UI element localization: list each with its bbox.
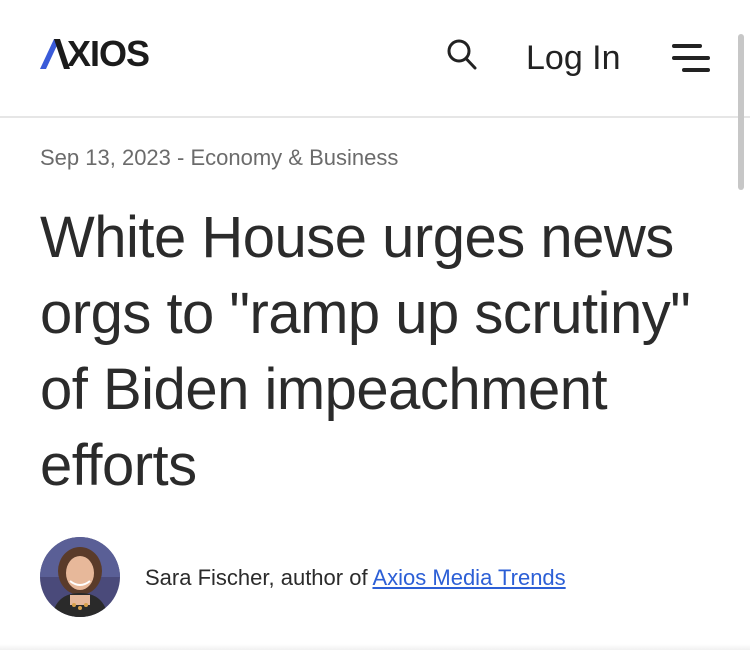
section-link[interactable]: Economy & Business [190,145,398,170]
site-header: XIOS Log In [0,0,750,118]
axios-logo-mark [40,39,70,69]
search-button[interactable] [446,38,478,72]
menu-button[interactable] [672,44,712,76]
logo-wordmark: XIOS [67,33,150,74]
article-meta: Sep 13, 2023 - Economy & Business [40,145,398,171]
publish-date: Sep 13, 2023 [40,145,171,170]
meta-separator: - [170,145,191,170]
axios-logo[interactable]: XIOS [40,33,150,74]
login-link[interactable]: Log In [526,38,621,78]
newsletter-link[interactable]: Axios Media Trends [372,565,565,590]
search-icon [447,39,477,70]
page-scrollbar[interactable] [738,34,744,190]
author-name: Sara Fischer, author of [145,565,373,590]
author-byline: Sara Fischer, author of Axios Media Tren… [145,564,566,592]
article-page: XIOS Log In Sep 13, 2023 - Economy & Bus… [0,0,750,650]
author-avatar[interactable] [40,537,120,617]
content-divider [0,644,750,650]
author-photo [40,537,120,617]
article-headline: White House urges news orgs to "ramp up … [40,205,691,498]
